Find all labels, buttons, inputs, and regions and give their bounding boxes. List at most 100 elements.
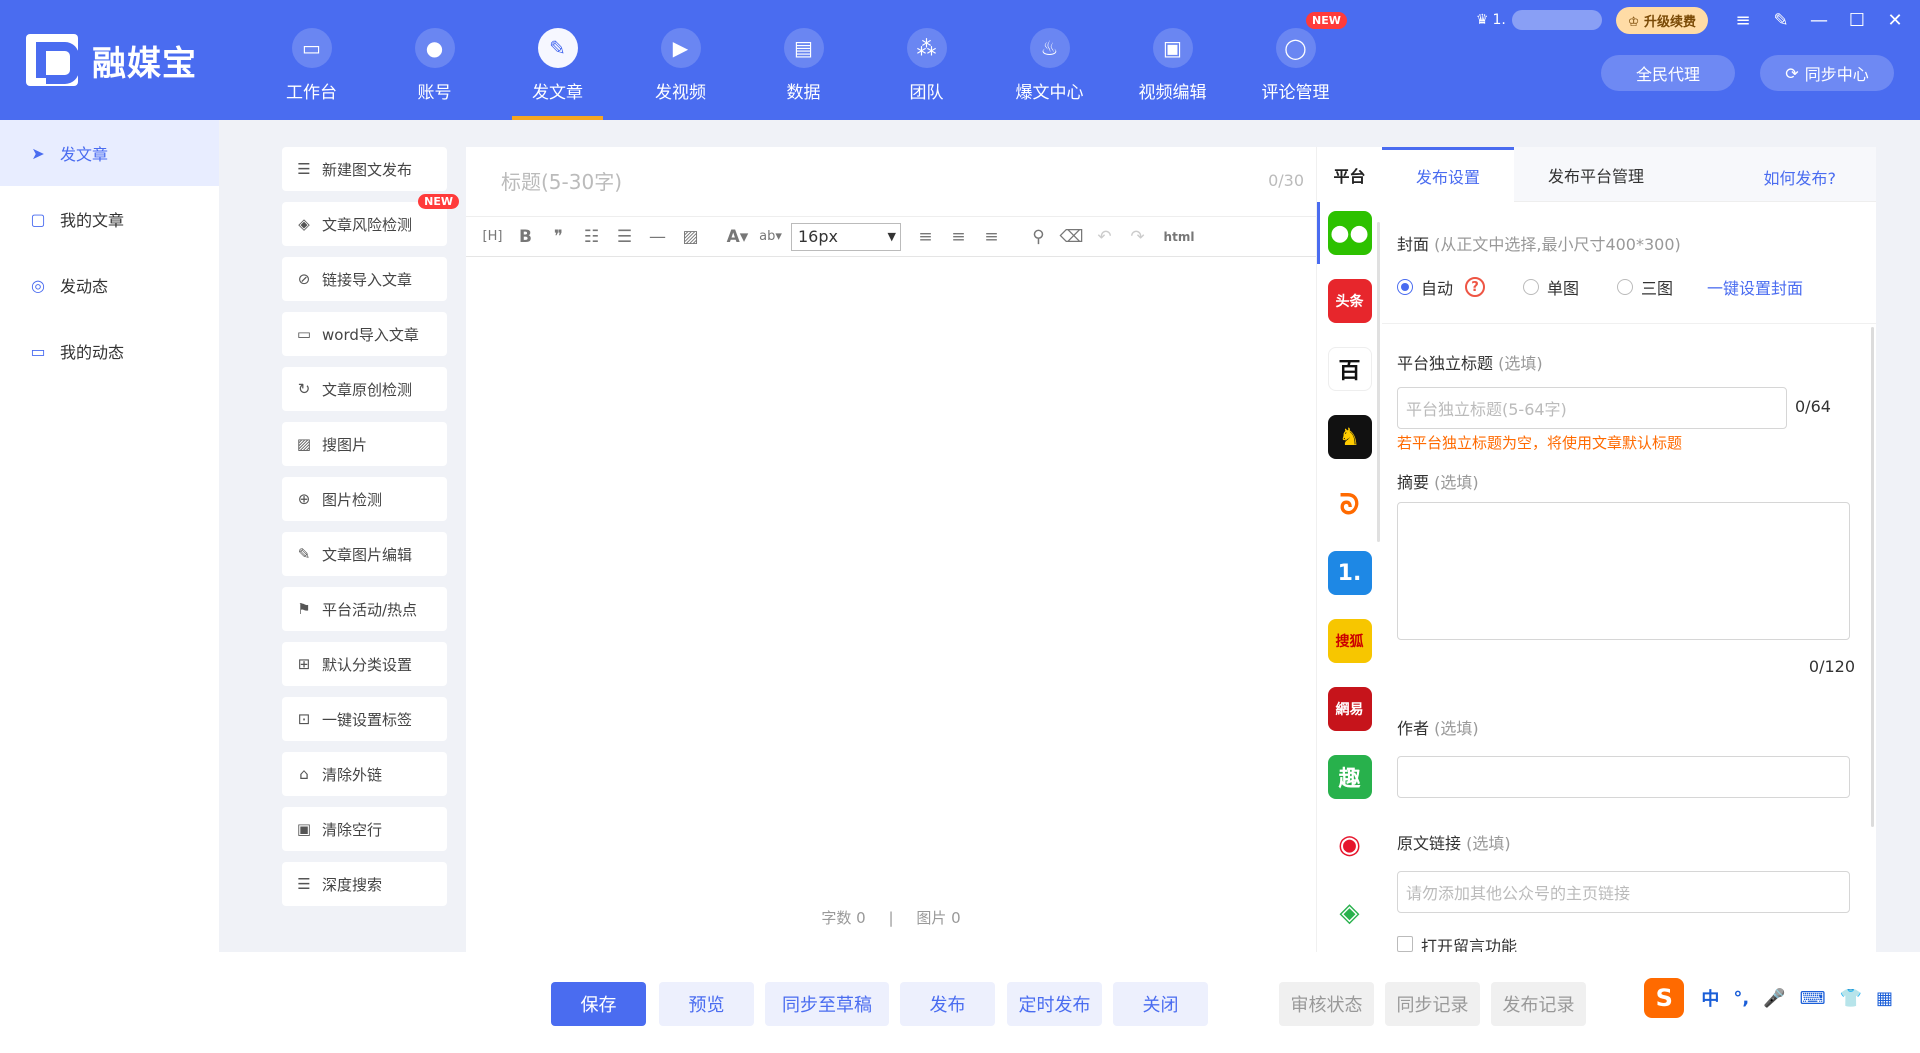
nav-publish-article[interactable]: ✎ 发文章	[496, 0, 619, 120]
tool-risk-check[interactable]: ◈ 文章风险检测 NEW	[282, 194, 459, 246]
help-icon[interactable]: ?	[1465, 277, 1486, 297]
grid-icon[interactable]: ▦	[1876, 988, 1893, 1009]
skin-icon[interactable]: 👕	[1840, 988, 1862, 1009]
summary-textarea[interactable]	[1397, 502, 1850, 640]
sync-draft-button[interactable]: 同步至草稿	[765, 982, 889, 1026]
author-input[interactable]	[1397, 756, 1850, 798]
tool-deep-search[interactable]: ☰ 深度搜索	[282, 862, 447, 906]
tool-set-tags[interactable]: ⊡ 一键设置标签	[282, 697, 447, 741]
eraser-icon[interactable]: ⌫	[1055, 227, 1088, 247]
source-link-input[interactable]: 请勿添加其他公众号的主页链接	[1397, 871, 1850, 913]
maximize-icon[interactable]: ☐	[1838, 10, 1876, 31]
netease-icon[interactable]: 網易	[1327, 687, 1372, 731]
sidebar-item-post-dynamic[interactable]: ◎ 发动态	[0, 252, 219, 318]
yidian-icon[interactable]: 1.	[1327, 551, 1372, 595]
sogou-logo-icon[interactable]: S	[1644, 978, 1685, 1018]
sync-center-button[interactable]: ⟳ 同步中心	[1760, 55, 1894, 91]
ime-lang-icon[interactable]: 中	[1701, 985, 1719, 1011]
publish-record-button[interactable]: 发布记录	[1491, 982, 1586, 1026]
preview-button[interactable]: 预览	[659, 982, 754, 1026]
left-sidebar: ➤ 发文章 ▢ 我的文章 ◎ 发动态 ▭ 我的动态	[0, 120, 219, 1053]
editor-body[interactable]	[466, 258, 1316, 892]
article-title-input[interactable]	[466, 147, 1246, 217]
radio-auto[interactable]	[1397, 279, 1413, 295]
tool-search-images[interactable]: ▨ 搜图片	[282, 422, 447, 466]
ime-punct-icon[interactable]: °,	[1733, 988, 1749, 1009]
tool-clear-links[interactable]: ⌂ 清除外链	[282, 752, 447, 796]
publish-button[interactable]: 发布	[900, 982, 995, 1026]
find-replace-icon[interactable]: ⚲	[1022, 227, 1055, 247]
align-center-icon[interactable]: ≡	[942, 227, 975, 247]
unordered-list-icon[interactable]: ☰	[608, 227, 641, 247]
user-chip[interactable]: ♛ 1.	[1476, 10, 1602, 30]
nav-workbench[interactable]: ▭ 工作台	[250, 0, 373, 120]
close-icon[interactable]: ✕	[1876, 10, 1914, 31]
comments-checkbox[interactable]	[1397, 936, 1413, 952]
nav-account[interactable]: ● 账号	[373, 0, 496, 120]
wechat-icon[interactable]: ●●	[1327, 211, 1372, 255]
platform-title-input[interactable]: 平台独立标题(5-64字)	[1397, 387, 1787, 429]
minimize-icon[interactable]: —	[1800, 10, 1838, 31]
heading-icon[interactable]: [H]	[476, 229, 509, 244]
ordered-list-icon[interactable]: ☷	[575, 227, 608, 247]
tool-image-check[interactable]: ⊕ 图片检测	[282, 477, 447, 521]
radio-triple[interactable]	[1617, 279, 1634, 295]
redo-icon[interactable]: ↷	[1121, 227, 1154, 247]
tool-image-edit[interactable]: ✎ 文章图片编辑	[282, 532, 447, 576]
radio-single[interactable]	[1523, 279, 1540, 295]
tool-link-import[interactable]: ⊘ 链接导入文章	[282, 257, 447, 301]
aiqiyi-icon[interactable]: ◈	[1327, 891, 1372, 935]
tool-word-import[interactable]: ▭ word导入文章	[282, 312, 447, 356]
tool-platform-events[interactable]: ⚑ 平台活动/热点	[282, 587, 447, 631]
how-to-publish-link[interactable]: 如何发布?	[1764, 165, 1837, 189]
tool-clear-blank-lines[interactable]: ▣ 清除空行	[282, 807, 447, 851]
align-right-icon[interactable]: ≡	[975, 227, 1008, 247]
save-button[interactable]: 保存	[551, 982, 646, 1026]
nav-team[interactable]: ⁂ 团队	[865, 0, 988, 120]
sohu-icon[interactable]: 搜狐	[1327, 619, 1372, 663]
microphone-icon[interactable]: 🎤	[1763, 988, 1785, 1009]
scheduled-publish-button[interactable]: 定时发布	[1007, 982, 1102, 1026]
sidebar-item-my-dynamics[interactable]: ▭ 我的动态	[0, 318, 219, 384]
sidebar-item-my-articles[interactable]: ▢ 我的文章	[0, 186, 219, 252]
html-source-icon[interactable]: html	[1154, 230, 1204, 244]
sync-record-button[interactable]: 同步记录	[1385, 982, 1480, 1026]
baijia-icon[interactable]: 百	[1327, 347, 1372, 391]
undo-icon[interactable]: ↶	[1088, 227, 1121, 247]
dayu-icon[interactable]: ᘐ	[1327, 483, 1372, 527]
edit-icon[interactable]: ✎	[1762, 10, 1800, 31]
close-button[interactable]: 关闭	[1113, 982, 1208, 1026]
tool-new-article[interactable]: ☰ 新建图文发布	[282, 147, 447, 191]
tool-label: 默认分类设置	[322, 655, 413, 674]
tool-originality-check[interactable]: ↻ 文章原创检测	[282, 367, 447, 411]
highlight-icon[interactable]: ab▾	[754, 229, 787, 244]
platform-scrollbar[interactable]	[1377, 222, 1380, 542]
nav-viral-center[interactable]: ♨ 爆文中心	[988, 0, 1111, 120]
quote-icon[interactable]: ❞	[542, 227, 575, 247]
align-left-icon[interactable]: ≡	[909, 227, 942, 247]
font-color-icon[interactable]: A▾	[721, 227, 754, 247]
nav-publish-video[interactable]: ▶ 发视频	[619, 0, 742, 120]
insert-image-icon[interactable]: ▨	[674, 227, 707, 247]
tab-platform-manage[interactable]: 发布平台管理	[1514, 147, 1678, 202]
toutiao-icon[interactable]: 头条	[1327, 279, 1372, 323]
tool-default-category[interactable]: ⊞ 默认分类设置	[282, 642, 447, 686]
horizontal-rule-icon[interactable]: —	[641, 227, 674, 247]
sidebar-item-publish-article[interactable]: ➤ 发文章	[0, 120, 219, 186]
nav-data[interactable]: ▤ 数据	[742, 0, 865, 120]
bold-icon[interactable]: B	[509, 227, 542, 247]
upgrade-button[interactable]: ♔ 升级续费	[1615, 6, 1708, 34]
one-click-cover-link[interactable]: 一键设置封面	[1707, 275, 1803, 299]
menu-icon[interactable]: ≡	[1724, 10, 1762, 31]
review-status-button[interactable]: 审核状态	[1279, 982, 1374, 1026]
qq-icon[interactable]: ♞	[1327, 415, 1372, 459]
weibo-icon[interactable]: ◉	[1327, 823, 1372, 867]
nav-comment-manage[interactable]: ◯ 评论管理 NEW	[1234, 0, 1357, 120]
agent-button[interactable]: 全民代理	[1601, 55, 1735, 91]
qutoutiao-icon[interactable]: 趣	[1327, 755, 1372, 799]
font-size-select[interactable]: 16px ▼	[791, 222, 901, 251]
keyboard-icon[interactable]: ⌨	[1800, 988, 1826, 1009]
tab-publish-settings[interactable]: 发布设置	[1382, 147, 1515, 202]
settings-scrollbar[interactable]	[1871, 327, 1874, 827]
nav-video-edit[interactable]: ▣ 视频编辑	[1111, 0, 1234, 120]
